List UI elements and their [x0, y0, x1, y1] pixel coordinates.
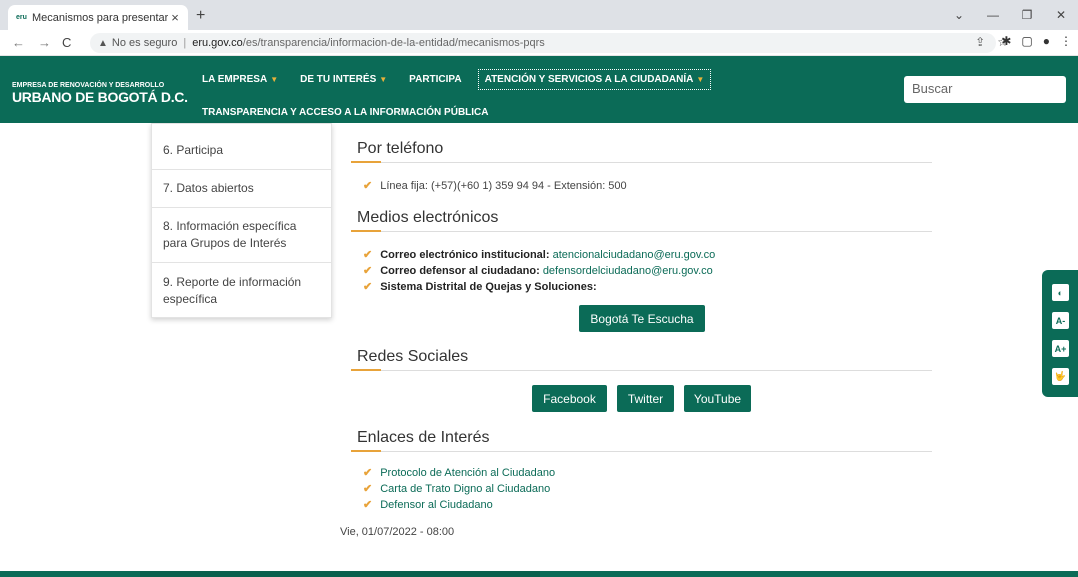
maximize-icon[interactable]: ❐	[1010, 8, 1044, 22]
section-title-enlaces: Enlaces de Interés	[357, 429, 490, 446]
browser-tab-bar: eru Mecanismos para presentar Petic × + …	[0, 0, 1078, 30]
list-item-telefono: ✔ Línea fija: (+57)(+60 1) 359 94 94 - Ex…	[363, 179, 627, 192]
tab-title: Mecanismos para presentar Petic	[32, 11, 168, 24]
contrast-icon[interactable]: ◐	[1052, 284, 1069, 301]
url-input[interactable]: ▲ No es seguro | eru.gov.co/es/transpare…	[90, 33, 996, 53]
section-accent	[351, 369, 381, 371]
check-icon: ✔	[363, 281, 373, 293]
correo-link[interactable]: atencionalciudadano@eru.gov.co	[553, 249, 716, 261]
increase-font-icon[interactable]: A+	[1052, 340, 1069, 357]
footer-strip	[0, 571, 1078, 577]
tab-search-icon[interactable]: ⌄	[942, 8, 976, 22]
nav-label: LA EMPRESA	[202, 74, 268, 85]
logo-line-2: URBANO DE BOGOTÁ D.C.	[12, 89, 188, 105]
side-panel-icon[interactable]: ▢	[1021, 34, 1032, 48]
section-title-medios: Medios electrónicos	[357, 209, 499, 226]
footer-segment	[140, 571, 540, 577]
close-tab-icon[interactable]: ×	[168, 10, 182, 25]
browser-tab[interactable]: eru Mecanismos para presentar Petic ×	[8, 5, 188, 30]
profile-icon[interactable]: ●	[1043, 34, 1050, 48]
sign-language-icon[interactable]: 🤟	[1052, 368, 1069, 385]
caret-down-icon: ▼	[379, 75, 388, 84]
check-icon: ✔	[363, 265, 373, 277]
section-divider	[351, 451, 932, 452]
check-icon: ✔	[363, 180, 373, 192]
nav-transparencia[interactable]: TRANSPARENCIA Y ACCESO A LA INFORMACIÓN …	[202, 107, 489, 118]
address-bar-row: ← → C ▲ No es seguro | eru.gov.co/es/tra…	[0, 30, 1078, 56]
check-icon: ✔	[363, 249, 373, 261]
forward-icon[interactable]: →	[38, 35, 51, 50]
site-header: EMPRESA DE RENOVACIÓN Y DESARROLLO URBAN…	[0, 56, 1078, 123]
nav-participa[interactable]: PARTICIPA	[409, 74, 461, 85]
close-window-icon[interactable]: ✕	[1044, 8, 1078, 22]
accessibility-toolbar: ◐ A- A+ 🤟	[1042, 270, 1078, 397]
new-tab-icon[interactable]: +	[196, 7, 205, 25]
url-path: /es/transparencia/informacion-de-la-enti…	[242, 37, 545, 49]
url-host: eru.gov.co	[192, 37, 243, 49]
defensor-label: Correo defensor al ciudadano:	[380, 265, 540, 277]
toolbar-icons: ✱ ▢ ● ⋮	[1001, 34, 1072, 48]
check-icon: ✔	[363, 499, 373, 511]
nav-label: DE TU INTERÉS	[300, 74, 377, 85]
section-title-redes: Redes Sociales	[357, 348, 469, 365]
nav-la-empresa[interactable]: LA EMPRESA ▼	[202, 74, 278, 85]
sidebar-item-participa[interactable]: 6. Participa	[152, 124, 331, 170]
list-item-link: ✔ Defensor al Ciudadano	[363, 498, 493, 511]
favicon-icon: eru	[16, 14, 27, 21]
sidebar-item-grupos-interes[interactable]: 8. Información específica para Grupos de…	[152, 208, 331, 263]
link-protocolo[interactable]: Protocolo de Atención al Ciudadano	[380, 467, 555, 479]
warning-icon[interactable]: ▲	[98, 38, 108, 49]
facebook-button[interactable]: Facebook	[532, 385, 607, 412]
bogota-te-escucha-button[interactable]: Bogotá Te Escucha	[579, 305, 705, 332]
reload-icon[interactable]: C	[62, 35, 71, 50]
section-divider	[351, 162, 932, 163]
link-defensor[interactable]: Defensor al Ciudadano	[380, 499, 493, 511]
youtube-button[interactable]: YouTube	[684, 385, 751, 412]
caret-down-icon: ▼	[270, 75, 279, 84]
twitter-button[interactable]: Twitter	[617, 385, 674, 412]
published-date: Vie, 01/07/2022 - 08:00	[340, 526, 455, 538]
section-divider	[351, 370, 932, 371]
search-input[interactable]: Buscar	[904, 76, 1066, 103]
sistema-label: Sistema Distrital de Quejas y Soluciones…	[380, 281, 597, 293]
section-accent	[351, 161, 381, 163]
section-accent	[351, 230, 381, 232]
back-icon[interactable]: ←	[12, 35, 25, 50]
list-item-link: ✔ Protocolo de Atención al Ciudadano	[363, 466, 555, 479]
check-icon: ✔	[363, 467, 373, 479]
nav-atencion-ciudadania[interactable]: ATENCIÓN Y SERVICIOS A LA CIUDADANÍA ▼	[477, 69, 712, 90]
caret-down-icon: ▼	[696, 75, 705, 84]
window-controls: ⌄ — ❐ ✕	[942, 0, 1078, 30]
telefono-text: Línea fija: (+57)(+60 1) 359 94 94 - Ext…	[380, 180, 627, 192]
menu-icon[interactable]: ⋮	[1060, 34, 1072, 48]
sidebar-item-datos-abiertos[interactable]: 7. Datos abiertos	[152, 170, 331, 208]
main-nav: LA EMPRESA ▼ DE TU INTERÉS ▼ PARTICIPA ATE…	[202, 69, 712, 90]
check-icon: ✔	[363, 483, 373, 495]
site-logo[interactable]: EMPRESA DE RENOVACIÓN Y DESARROLLO URBAN…	[12, 82, 188, 105]
section-divider	[351, 231, 932, 232]
list-item-link: ✔ Carta de Trato Digno al Ciudadano	[363, 482, 550, 495]
section-title-telefono: Por teléfono	[357, 140, 444, 157]
sidebar-item-reporte[interactable]: 9. Reporte de información específica	[152, 263, 331, 318]
nav-de-tu-interes[interactable]: DE TU INTERÉS ▼	[300, 74, 387, 85]
decrease-font-icon[interactable]: A-	[1052, 312, 1069, 329]
defensor-link[interactable]: defensordelciudadano@eru.gov.co	[543, 265, 713, 277]
url-separator: |	[183, 37, 187, 49]
list-item-correo: ✔ Correo electrónico institucional: atenc…	[363, 248, 715, 261]
nav-label: ATENCIÓN Y SERVICIOS A LA CIUDADANÍA	[484, 74, 694, 85]
security-status: No es seguro	[111, 37, 178, 49]
section-accent	[351, 450, 381, 452]
list-item-defensor: ✔ Correo defensor al ciudadano: defensord…	[363, 264, 713, 277]
correo-label: Correo electrónico institucional:	[380, 249, 550, 261]
list-item-sistema: ✔ Sistema Distrital de Quejas y Solucione…	[363, 280, 597, 293]
share-icon[interactable]: ⇪	[975, 35, 985, 49]
extensions-icon[interactable]: ✱	[1001, 34, 1011, 48]
logo-line-1: EMPRESA DE RENOVACIÓN Y DESARROLLO	[12, 82, 165, 89]
sidebar-menu: 6. Participa 7. Datos abiertos 8. Inform…	[151, 123, 332, 318]
minimize-icon[interactable]: —	[976, 8, 1010, 22]
link-carta-trato-digno[interactable]: Carta de Trato Digno al Ciudadano	[380, 483, 550, 495]
